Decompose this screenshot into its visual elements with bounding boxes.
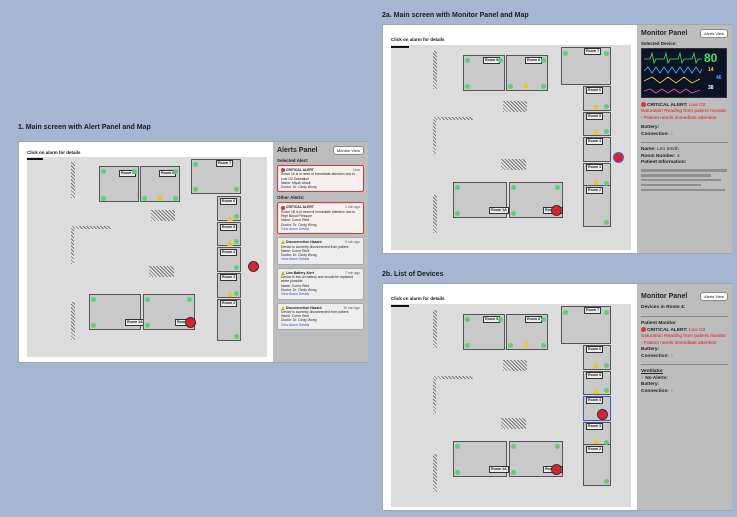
critical-icon xyxy=(281,205,285,210)
alerts-panel-title: Alerts Panel xyxy=(277,147,318,154)
room-8-label: Room 8 xyxy=(525,57,543,64)
warning-icon[interactable] xyxy=(593,388,599,394)
room-3-label: Room 3 xyxy=(220,274,238,281)
temp-readout: 38 xyxy=(708,85,714,91)
screen-2a-card: Click on alarm for details Room 9 Room 8… xyxy=(382,24,732,254)
spo2-readout: 46 xyxy=(716,75,722,81)
alarm-room-4[interactable] xyxy=(597,409,608,420)
room-6-label: Room 6 xyxy=(586,87,604,94)
alarm-room-1b[interactable] xyxy=(185,317,196,328)
warning-icon[interactable] xyxy=(157,194,163,200)
view-alarm-link[interactable]: View Alarm Details xyxy=(281,227,360,231)
room-5-label: Room 5 xyxy=(220,224,238,231)
warning-icon[interactable] xyxy=(523,82,529,88)
resp-readout: 14 xyxy=(708,67,714,73)
no-alerts-label: No Alerts: xyxy=(645,375,668,381)
patient-monitor-screen: 80 14 46 38 xyxy=(641,48,727,98)
room-2-label: Room 2 xyxy=(220,300,238,307)
critical-icon xyxy=(641,102,646,107)
warning-icon[interactable] xyxy=(227,215,233,221)
room-7-label: Room 7 xyxy=(584,48,602,55)
battery-label: Battery: xyxy=(641,347,660,353)
warning-icon[interactable] xyxy=(593,362,599,368)
alerts-view-button[interactable]: Alerts View xyxy=(700,292,728,301)
room-number-label: Room Number: xyxy=(641,153,676,159)
device-patient-monitor[interactable]: Patient Monitor xyxy=(641,321,676,326)
device-list-panel: Monitor Panel Alerts View Devices in Roo… xyxy=(637,284,732,510)
screen-2b-card: Click on alarm for details Room 9 Room 8… xyxy=(382,283,732,511)
monitor-view-button[interactable]: Monitor View xyxy=(332,146,364,155)
room-8-label: Room 8 xyxy=(525,316,543,323)
selected-alert-card[interactable]: CRITICAL ALERT Now Room 1b is in need of … xyxy=(277,165,364,193)
selected-device-label: Selected Device: xyxy=(641,41,677,46)
alarm-room-4[interactable] xyxy=(248,261,259,272)
section-1-title: 1. Main screen with Alert Panel and Map xyxy=(18,124,151,131)
connection-label: Connection: xyxy=(641,353,669,359)
hr-readout: 80 xyxy=(704,51,718,65)
room-4-label: Room 4 xyxy=(586,138,604,145)
alarm-room-1b[interactable] xyxy=(551,205,562,216)
room-2-label: Room 2 xyxy=(586,446,604,453)
room-5-label: Room 5 xyxy=(586,113,604,120)
warning-icon xyxy=(281,240,285,245)
warning-icon[interactable] xyxy=(593,179,599,185)
room-7-label: Room 7 xyxy=(216,160,234,167)
alarm-room-4-selected[interactable] xyxy=(613,152,624,163)
section-2b-title: 2b. List of Devices xyxy=(382,271,444,278)
room-3-label: Room 3 xyxy=(586,164,604,171)
alert-card[interactable]: Disconnection Hazard 5 min ago Device is … xyxy=(277,237,364,265)
room-6-label: Room 6 xyxy=(586,346,604,353)
battery-label: Battery: xyxy=(641,125,660,131)
view-alarm-link[interactable]: View Alarm Details xyxy=(281,292,360,296)
room-number: 4 xyxy=(677,153,680,159)
warning-icon[interactable] xyxy=(227,291,233,297)
battery-label: Battery: xyxy=(641,382,660,388)
alerts-panel: Alerts Panel Monitor View Selected Alert… xyxy=(273,142,368,362)
alert-card[interactable]: CRITICAL ALERT 1 min ago Room 1B is in ne… xyxy=(277,202,364,235)
alarm-room-1b[interactable] xyxy=(551,464,562,475)
devices-in-room-label: Devices in Room 4: xyxy=(641,305,686,310)
patient-info-label: Patient Information: xyxy=(641,160,687,166)
warning-icon[interactable] xyxy=(227,240,233,246)
patient-name: Leo Smith xyxy=(657,147,679,153)
room-6-label: Room 6 xyxy=(220,198,238,205)
monitor-panel-title: Monitor Panel xyxy=(641,293,688,300)
alert-card[interactable]: Low Battery Alert 7 min ago Device is low… xyxy=(277,267,364,300)
connection-label: Connection: xyxy=(641,131,669,137)
warning-icon[interactable] xyxy=(593,129,599,135)
map-hint: Click on alarm for details xyxy=(27,150,81,155)
room-1a-label: Room 1A xyxy=(125,319,145,326)
view-alarm-link[interactable]: View Alarm Details xyxy=(281,323,360,327)
warning-icon[interactable] xyxy=(593,438,599,444)
monitor-panel-title: Monitor Panel xyxy=(641,30,688,37)
device-ventilator[interactable]: Ventilator xyxy=(641,369,663,374)
room-1a-label: Room 1A xyxy=(489,207,509,214)
critical-alert-message: CRITICAL ALERT: Low O2 Saturation Readin… xyxy=(641,327,727,346)
room-2-label: Room 2 xyxy=(586,187,604,194)
screen-1-card: Click on alarm for details Room 9 Room 8… xyxy=(18,141,368,363)
room-3-label: Room 3 xyxy=(586,423,604,430)
critical-alert-message: CRITICAL ALERT: Low O2 Saturation Readin… xyxy=(641,102,727,121)
room-4-label: Room 4 xyxy=(220,249,238,256)
other-alerts-label: Other Alerts: xyxy=(277,195,305,201)
room-5-label: Room 5 xyxy=(586,372,604,379)
connection-label: Connection: xyxy=(641,388,669,394)
room-7-label: Room 7 xyxy=(584,307,602,314)
warning-icon[interactable] xyxy=(523,341,529,347)
section-2a-title: 2a. Main screen with Monitor Panel and M… xyxy=(382,12,529,19)
alert-card[interactable]: Disconnection Hazard 10 min ago Device is… xyxy=(277,302,364,331)
view-alarm-link[interactable]: View Alarm Details xyxy=(281,257,360,261)
name-label: Name: xyxy=(641,147,656,153)
critical-icon xyxy=(641,327,646,332)
room-4-label: Room 4 xyxy=(586,397,604,404)
map-hint: Click on alarm for details xyxy=(391,296,445,301)
room-1a-label: Room 1A xyxy=(489,466,509,473)
alerts-view-button[interactable]: Alerts View xyxy=(700,29,728,38)
selected-alert-label: Selected Alert: xyxy=(277,158,309,163)
monitor-panel: Monitor Panel Alerts View Selected Devic… xyxy=(637,25,732,253)
map-hint: Click on alarm for details xyxy=(391,37,445,42)
warning-icon[interactable] xyxy=(593,103,599,109)
